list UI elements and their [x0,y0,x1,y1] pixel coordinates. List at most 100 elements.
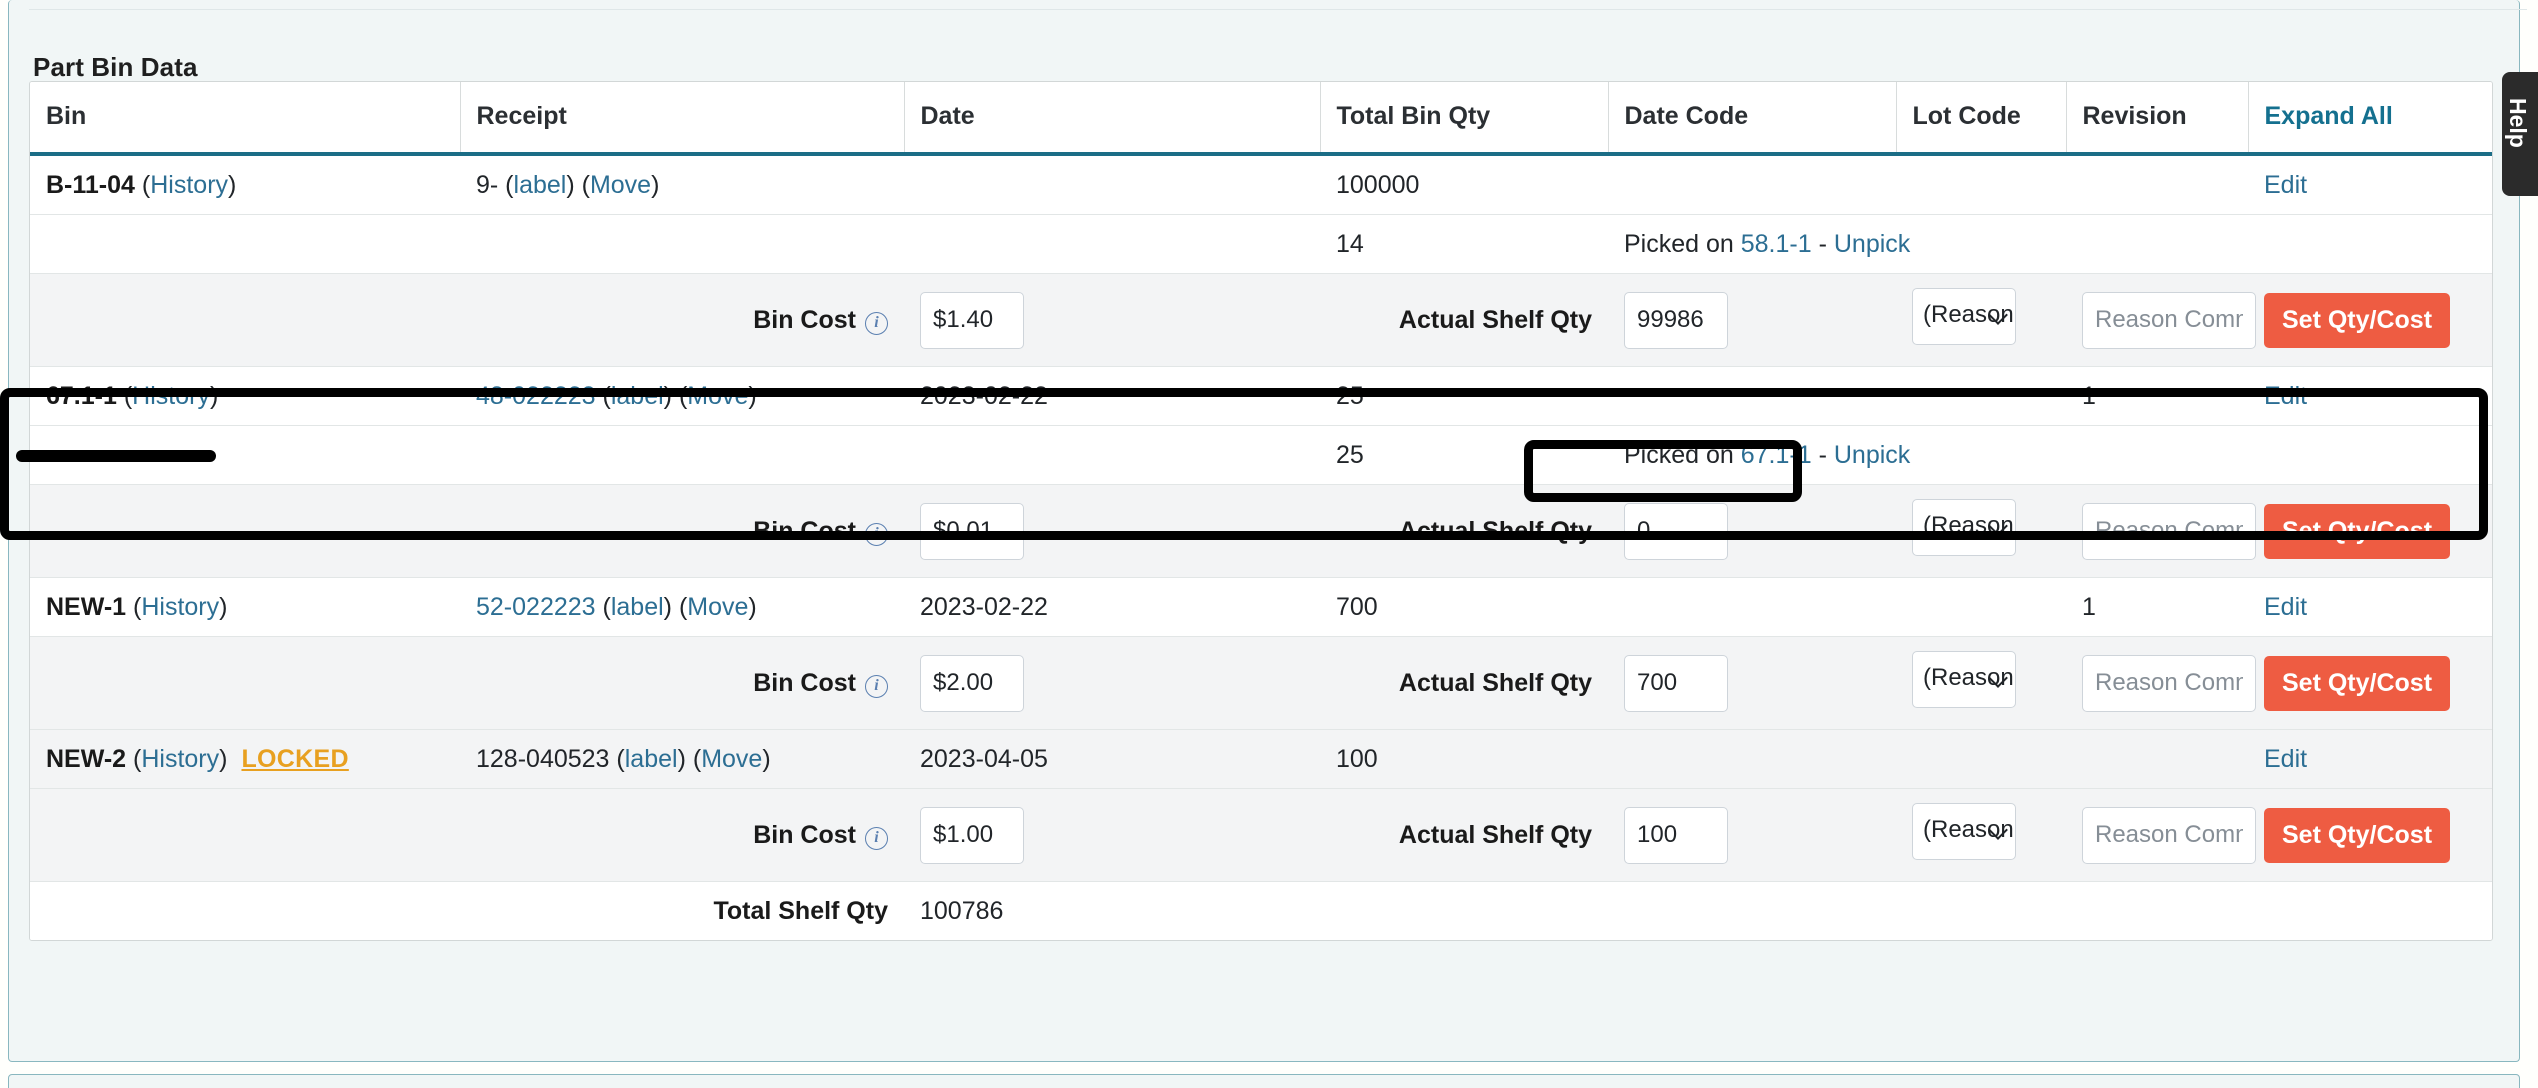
bin-cost-label: Bin Cost [753,306,856,334]
set-qty-cost-button[interactable]: Set Qty/Cost [2264,293,2450,348]
cell-lot-code-empty [1896,215,2066,274]
history-link[interactable]: History [141,593,219,621]
set-qty-cost-button[interactable]: Set Qty/Cost [2264,504,2450,559]
bin-cost-input-cell [904,274,1320,367]
cell-date-code [1608,367,1896,426]
bin-cost-input[interactable] [920,503,1024,560]
actual-shelf-qty-label: Actual Shelf Qty [1320,789,1608,882]
reason-comments-input[interactable] [2082,292,2256,349]
unpick-link[interactable]: Unpick [1834,441,1910,469]
reason-code-select[interactable]: (Reason C [1912,288,2016,345]
actual-shelf-qty-label: Actual Shelf Qty [1320,637,1608,730]
cell-edit: Edit [2248,154,2493,215]
total-shelf-qty-value: 100786 [904,882,2493,941]
label-link[interactable]: label [514,171,567,199]
cell-revision: 1 [2066,367,2248,426]
move-link[interactable]: Move [687,382,748,410]
move-link[interactable]: Move [701,745,762,773]
receipt-number: 128-040523 [476,745,609,773]
cell-edit-empty [2248,215,2493,274]
history-link[interactable]: History [150,171,228,199]
reason-comments-cell [2066,789,2248,882]
cell-date: 2023-04-05 [904,730,1320,789]
move-link[interactable]: Move [687,593,748,621]
info-icon[interactable]: i [865,312,888,335]
reason-comments-input[interactable] [2082,503,2256,560]
page-root: Part Bin Data Bin Receipt Date Total Bin… [0,0,2538,1088]
reason-select-cell: (Reason C [1896,485,2066,578]
help-tab-button[interactable]: Help [2502,72,2538,196]
actual-shelf-qty-input-cell [1608,274,1896,367]
bin-cost-input[interactable] [920,292,1024,349]
cell-receipt-empty [460,426,904,485]
label-link[interactable]: label [625,745,678,773]
locked-badge[interactable]: LOCKED [241,745,348,773]
bin-cost-input[interactable] [920,655,1024,712]
reason-comments-cell [2066,274,2248,367]
expand-all-link[interactable]: Expand All [2265,102,2393,130]
bin-name: NEW-1 [46,593,126,621]
reason-select-cell: (Reason C [1896,274,2066,367]
unpick-link[interactable]: Unpick [1834,230,1910,258]
cell-picked-qty: 14 [1320,215,1608,274]
cell-receipt: 48-022223 (label) (Move) [460,367,904,426]
part-bin-data-panel: Part Bin Data Bin Receipt Date Total Bin… [8,0,2520,1062]
bin-cost-input[interactable] [920,807,1024,864]
cell-revision [2066,154,2248,215]
cell-bin: NEW-2 (History)LOCKED [30,730,460,789]
column-header-date-code: Date Code [1608,82,1896,154]
set-qty-cost-button[interactable]: Set Qty/Cost [2264,808,2450,863]
history-link[interactable]: History [141,745,219,773]
column-header-lot-code: Lot Code [1896,82,2066,154]
cell-receipt-empty [460,215,904,274]
column-header-bin: Bin [30,82,460,154]
table-row-picked: 14 Picked on 58.1-1 - Unpick [30,215,2493,274]
label-link[interactable]: label [611,593,664,621]
reason-code-select[interactable]: (Reason C [1912,499,2016,556]
cell-receipt: 128-040523 (label) (Move) [460,730,904,789]
column-header-expand-all: Expand All [2248,82,2493,154]
move-link[interactable]: Move [590,171,651,199]
cell-lot-code [1896,154,2066,215]
cell-revision-empty [2066,215,2248,274]
reason-comments-input[interactable] [2082,655,2256,712]
receipt-link[interactable]: 48-022223 [476,382,596,410]
cell-edit: Edit [2248,367,2493,426]
actual-shelf-qty-input[interactable] [1624,503,1728,560]
actual-shelf-qty-input[interactable] [1624,807,1728,864]
picked-ref-link[interactable]: 67.1-1 [1741,441,1812,469]
table-row-total: Total Shelf Qty 100786 [30,882,2493,941]
history-link[interactable]: History [132,382,210,410]
column-header-date: Date [904,82,1320,154]
edit-link[interactable]: Edit [2264,745,2307,773]
set-qty-cost-button[interactable]: Set Qty/Cost [2264,656,2450,711]
cell-total-bin-qty: 700 [1320,578,1608,637]
reason-code-select[interactable]: (Reason C [1912,803,2016,860]
cell-edit: Edit [2248,578,2493,637]
column-header-receipt: Receipt [460,82,904,154]
column-header-revision: Revision [2066,82,2248,154]
table-body: B-11-04 (History) 9- (label) (Move) 1000… [30,154,2493,940]
cell-picked-on: Picked on 58.1-1 - Unpick [1608,215,1896,274]
actual-shelf-qty-input[interactable] [1624,292,1728,349]
reason-code-select[interactable]: (Reason C [1912,651,2016,708]
picked-ref-link[interactable]: 58.1-1 [1741,230,1812,258]
label-link[interactable]: label [611,382,664,410]
cell-bin: 67.1-1 (History) [30,367,460,426]
reason-comments-input[interactable] [2082,807,2256,864]
reason-comments-cell [2066,485,2248,578]
cell-date-code [1608,578,1896,637]
reason-comments-cell [2066,637,2248,730]
edit-link[interactable]: Edit [2264,382,2307,410]
total-shelf-qty-label: Total Shelf Qty [30,882,904,941]
info-icon[interactable]: i [865,675,888,698]
receipt-link[interactable]: 52-022223 [476,593,596,621]
info-icon[interactable]: i [865,827,888,850]
cell-receipt: 52-022223 (label) (Move) [460,578,904,637]
edit-link[interactable]: Edit [2264,593,2307,621]
cell-bin-empty [30,426,460,485]
edit-link[interactable]: Edit [2264,171,2307,199]
cell-bin: B-11-04 (History) [30,154,460,215]
actual-shelf-qty-input[interactable] [1624,655,1728,712]
info-icon[interactable]: i [865,523,888,546]
